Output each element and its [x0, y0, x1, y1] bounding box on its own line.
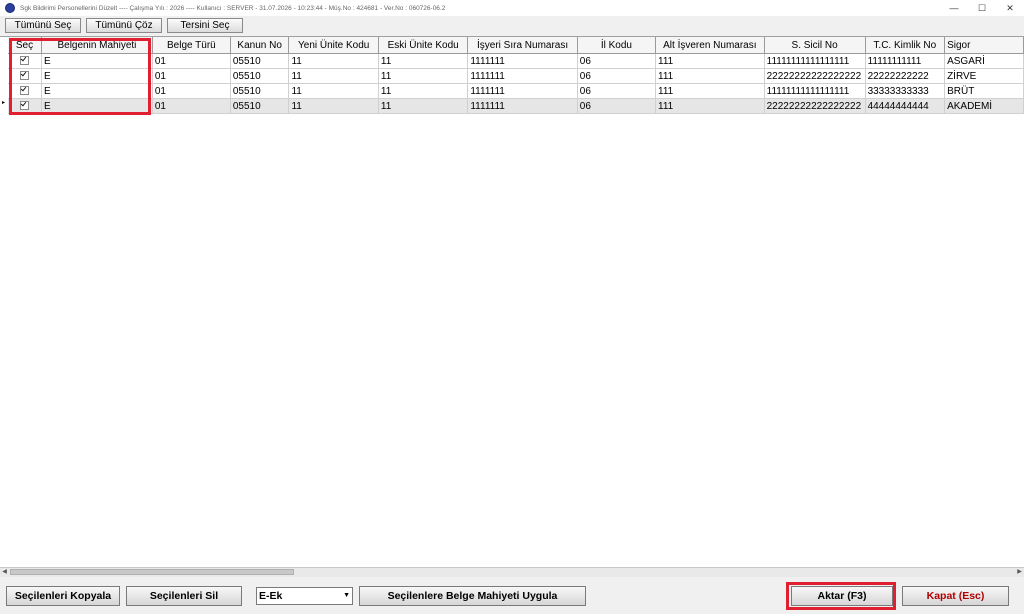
scroll-thumb[interactable] — [10, 569, 294, 575]
table-cell[interactable]: BRÜT — [944, 83, 1024, 99]
row-checkbox[interactable] — [20, 101, 29, 111]
table-cell[interactable]: 11111111111111111 — [764, 53, 866, 69]
window-controls: — ☐ ✕ — [940, 0, 1024, 16]
table-cell[interactable]: 11 — [288, 68, 379, 84]
table-row[interactable]: E 01 05510 11 11 1111111 06 111 2222222222222222… — [8, 68, 1024, 84]
select-cell[interactable] — [8, 98, 42, 114]
table-cell[interactable]: E — [41, 53, 153, 69]
row-checkbox[interactable] — [20, 71, 29, 81]
table-cell[interactable]: 05510 — [230, 98, 290, 114]
column-header[interactable]: S. Sicil No — [764, 37, 866, 54]
table-cell[interactable]: 01 — [152, 83, 231, 99]
table-cell[interactable]: 11111111111111111 — [764, 83, 866, 99]
scroll-left-icon[interactable]: ◀ — [0, 568, 9, 577]
table-cell[interactable]: 11 — [288, 98, 379, 114]
table-cell[interactable]: 1111111 — [467, 98, 578, 114]
column-header[interactable]: Belgenin Mahiyeti — [41, 37, 153, 54]
table-cell[interactable]: 11111111111 — [865, 53, 946, 69]
table-cell[interactable]: 06 — [577, 68, 657, 84]
column-header[interactable]: Alt İşveren Numarası — [655, 37, 765, 54]
maximize-button[interactable]: ☐ — [968, 0, 996, 16]
window-title: Sgk Bildirimi Personellerini Düzelt ----… — [20, 4, 446, 12]
table-row[interactable]: E 01 05510 11 11 1111111 06 111 2222222222222222… — [8, 98, 1024, 114]
table-cell[interactable]: 1111111 — [467, 53, 578, 69]
column-header[interactable]: Kanun No — [230, 37, 290, 54]
table-cell[interactable]: 05510 — [230, 83, 290, 99]
chevron-down-icon[interactable]: ▼ — [343, 588, 350, 604]
current-row-indicator: ▸ — [2, 100, 6, 106]
select-cell[interactable] — [8, 68, 42, 84]
table-cell[interactable]: 06 — [577, 83, 657, 99]
column-header[interactable]: Seç — [8, 37, 42, 54]
deselect-all-button[interactable]: Tümünü Çöz — [86, 18, 162, 33]
table-cell[interactable]: 111 — [655, 98, 765, 114]
copy-selected-button[interactable]: Seçilenleri Kopyala — [6, 586, 120, 606]
table-cell[interactable]: E — [41, 68, 153, 84]
column-header[interactable]: Belge Türü — [152, 37, 231, 54]
column-header[interactable]: İl Kodu — [577, 37, 657, 54]
table-cell[interactable]: 06 — [577, 98, 657, 114]
scroll-right-icon[interactable]: ▶ — [1015, 568, 1024, 577]
row-checkbox[interactable] — [20, 56, 29, 66]
column-header[interactable]: İşyeri Sıra Numarası — [467, 37, 578, 54]
table-cell[interactable]: 11 — [378, 98, 469, 114]
select-cell[interactable] — [8, 83, 42, 99]
app-icon — [5, 3, 15, 13]
select-cell[interactable] — [8, 53, 42, 69]
bottom-toolbar: Seçilenleri Kopyala Seçilenleri Sil E-Ek… — [0, 577, 1024, 614]
table-cell[interactable]: 11 — [378, 83, 469, 99]
table-cell[interactable]: 11 — [378, 68, 469, 84]
column-header[interactable]: Yeni Ünite Kodu — [288, 37, 379, 54]
select-all-button[interactable]: Tümünü Seç — [5, 18, 81, 33]
apply-document-nature-button[interactable]: Seçilenlere Belge Mahiyeti Uygula — [359, 586, 586, 606]
table-cell[interactable]: 06 — [577, 53, 657, 69]
table-cell[interactable]: 111 — [655, 83, 765, 99]
table-cell[interactable]: 22222222222222222 — [764, 68, 866, 84]
table-cell[interactable]: 11 — [288, 53, 379, 69]
personnel-table: Seç Belgenin Mahiyeti Belge Türü Kanun N… — [8, 37, 1024, 114]
table-row[interactable]: E 01 05510 11 11 1111111 06 111 1111111111111111… — [8, 53, 1024, 69]
close-window-button[interactable]: ✕ — [996, 0, 1024, 16]
table-cell[interactable]: AKADEMİ — [944, 98, 1024, 114]
minimize-button[interactable]: — — [940, 0, 968, 16]
table-cell[interactable]: 01 — [152, 68, 231, 84]
personnel-grid[interactable]: Seç Belgenin Mahiyeti Belge Türü Kanun N… — [0, 36, 1024, 569]
table-cell[interactable]: 22222222222 — [865, 68, 946, 84]
table-cell[interactable]: 1111111 — [467, 68, 578, 84]
title-bar: Sgk Bildirimi Personellerini Düzelt ----… — [0, 0, 1024, 16]
column-header[interactable]: Eski Ünite Kodu — [378, 37, 469, 54]
table-cell[interactable]: 05510 — [230, 53, 290, 69]
delete-selected-button[interactable]: Seçilenleri Sil — [126, 586, 242, 606]
close-dialog-button[interactable]: Kapat (Esc) — [902, 586, 1009, 606]
horizontal-scrollbar[interactable]: ◀ ▶ — [0, 567, 1024, 577]
table-cell[interactable]: 33333333333 — [865, 83, 946, 99]
column-header[interactable]: T.C. Kimlik No — [865, 37, 946, 54]
invert-selection-button[interactable]: Tersini Seç — [167, 18, 243, 33]
table-cell[interactable]: E — [41, 83, 153, 99]
table-cell[interactable]: 05510 — [230, 68, 290, 84]
column-header[interactable]: Sigor — [944, 37, 1024, 54]
table-cell[interactable]: 111 — [655, 68, 765, 84]
table-cell[interactable]: ZİRVE — [944, 68, 1024, 84]
table-cell[interactable]: 11 — [378, 53, 469, 69]
row-checkbox[interactable] — [20, 86, 29, 96]
table-cell[interactable]: ASGARİ — [944, 53, 1024, 69]
table-cell[interactable]: 01 — [152, 98, 231, 114]
table-cell[interactable]: 111 — [655, 53, 765, 69]
table-cell[interactable]: 11 — [288, 83, 379, 99]
document-nature-value: E-Ek — [259, 590, 283, 602]
table-cell[interactable]: 22222222222222222 — [764, 98, 866, 114]
selection-toolbar: Tümünü Seç Tümünü Çöz Tersini Seç — [5, 18, 243, 33]
table-cell[interactable]: E — [41, 98, 153, 114]
table-header-row: Seç Belgenin Mahiyeti Belge Türü Kanun N… — [8, 37, 1024, 54]
document-nature-select[interactable]: E-Ek ▼ — [256, 587, 353, 605]
table-cell[interactable]: 01 — [152, 53, 231, 69]
transfer-button[interactable]: Aktar (F3) — [791, 586, 893, 606]
table-cell[interactable]: 44444444444 — [865, 98, 946, 114]
table-cell[interactable]: 1111111 — [467, 83, 578, 99]
table-row[interactable]: E 01 05510 11 11 1111111 06 111 1111111111111111… — [8, 83, 1024, 99]
